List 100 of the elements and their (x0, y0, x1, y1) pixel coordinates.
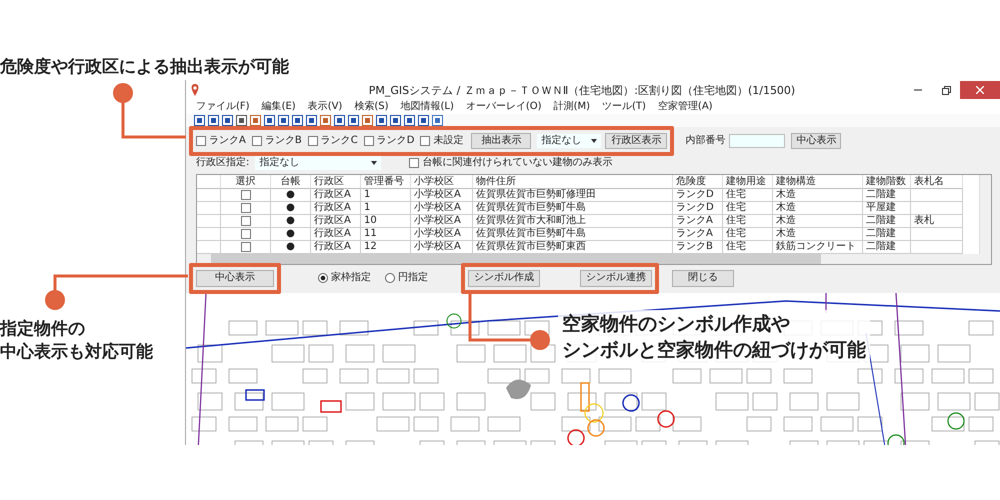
radio-label: 円指定 (398, 273, 428, 283)
tool-square-icon[interactable] (376, 115, 387, 126)
center-display-button[interactable]: 中心表示 (791, 133, 842, 149)
tool-square-icon[interactable] (334, 115, 345, 126)
center-display-button[interactable]: 中心表示 (196, 270, 274, 286)
column-header[interactable]: 小学校区 (411, 175, 473, 189)
checkbox[interactable] (308, 136, 318, 146)
table-cell: 表札 (911, 215, 963, 228)
column-header[interactable]: 表札名 (911, 175, 963, 189)
column-header[interactable]: 管理番号 (361, 175, 411, 189)
menu-item[interactable]: 地図情報(L) (400, 102, 454, 112)
checkbox[interactable] (364, 136, 374, 146)
action-button[interactable]: シンボル作成 (468, 270, 540, 286)
tool-square-icon[interactable] (432, 115, 443, 126)
menu-item[interactable]: ツール(T) (602, 102, 646, 112)
table-cell: ランクD (673, 202, 723, 215)
close-button[interactable] (960, 81, 1000, 99)
tool-square-icon[interactable] (194, 115, 205, 126)
tool-square-icon[interactable] (390, 115, 401, 126)
tool-square-icon[interactable] (306, 115, 317, 126)
table-cell: 行政区A (311, 202, 361, 215)
tool-square-icon[interactable] (292, 115, 303, 126)
action-button[interactable]: 閉じる (672, 270, 734, 286)
checkbox[interactable] (196, 136, 206, 146)
radio-button[interactable] (318, 273, 328, 283)
checkbox-label: ランクB (264, 136, 302, 146)
table-cell: 木造 (773, 228, 863, 241)
callout-text: 空家物件のシンボル作成や シンボルと空家物件の紐づけが可能 (558, 310, 870, 366)
table-cell: 住宅 (723, 228, 773, 241)
action-button[interactable]: シンボル連携 (580, 270, 652, 286)
tool-square-icon[interactable] (222, 115, 233, 126)
column-header[interactable]: 建物構造 (773, 175, 863, 189)
menu-item[interactable]: ファイル(F) (196, 102, 250, 112)
table-cell: ランクD (673, 189, 723, 202)
callout-dot (530, 330, 550, 350)
tool-square-icon[interactable] (418, 115, 429, 126)
tool-square-icon[interactable] (208, 115, 219, 126)
callout-dot (45, 290, 65, 310)
table-cell: 佐賀県佐賀市巨勢町牛島 (473, 202, 673, 215)
district-display-button[interactable]: 行政区表示 (605, 133, 668, 149)
checkbox-label: ランクA (209, 136, 246, 146)
table-cell: 佐賀県佐賀市大和町池上 (473, 215, 673, 228)
radio-button[interactable] (385, 273, 395, 283)
radio-label: 家枠指定 (331, 273, 371, 283)
caret-icon (371, 161, 378, 165)
checkbox-label: ランクD (376, 136, 414, 146)
column-header[interactable]: 台帳 (271, 175, 311, 189)
callout-dot (113, 83, 133, 103)
menu-item[interactable]: 計測(M) (554, 102, 590, 112)
tool-square-icon[interactable] (278, 115, 289, 126)
menu-item[interactable]: 検索(S) (354, 102, 388, 112)
vertical-scrollbar[interactable] (979, 175, 991, 254)
table-cell: 小学校区A (411, 202, 473, 215)
table-cell: 二階建 (863, 189, 911, 202)
leader-line (122, 102, 186, 138)
tool-square-icon[interactable] (320, 115, 331, 126)
table-cell: 木造 (773, 202, 863, 215)
tool-square-icon[interactable] (348, 115, 359, 126)
checkbox-label: 未設定 (433, 136, 464, 146)
internal-number-field[interactable] (729, 134, 786, 148)
table-cell: 10 (361, 215, 411, 228)
row-checkbox[interactable] (240, 216, 250, 226)
row-checkbox[interactable] (240, 203, 250, 213)
column-header[interactable]: 建物用途 (723, 175, 773, 189)
table-cell: 二階建 (863, 215, 911, 228)
app-icon (190, 84, 200, 96)
table-cell: ● (271, 215, 311, 228)
table-cell (911, 202, 963, 215)
menu-item[interactable]: オーバーレイ(O) (466, 102, 542, 112)
column-header[interactable]: 建物階数 (863, 175, 911, 189)
table-cell: ランクA (673, 215, 723, 228)
column-header[interactable]: 物件住所 (473, 175, 673, 189)
table-cell: 木造 (773, 215, 863, 228)
tool-square-icon[interactable] (264, 115, 275, 126)
row-checkbox[interactable] (240, 190, 250, 200)
checkbox-label: ランクC (320, 136, 358, 146)
checkbox[interactable] (252, 136, 262, 146)
tool-square-icon[interactable] (236, 115, 247, 126)
row-checkbox[interactable] (240, 242, 250, 252)
district-dropdown[interactable]: 指定なし (537, 134, 602, 148)
column-header[interactable]: 行政区 (311, 175, 361, 189)
table-cell: 小学校区A (411, 189, 473, 202)
table-cell: 住宅 (723, 202, 773, 215)
menu-item[interactable]: 空家管理(A) (658, 102, 713, 112)
checkbox[interactable] (420, 136, 430, 146)
horizontal-scrollbar[interactable] (197, 254, 991, 264)
row-checkbox[interactable] (240, 229, 250, 239)
extract-button[interactable]: 抽出表示 (471, 133, 532, 149)
checkbox-label: 台帳に関連付けられていない建物のみ表示 (422, 158, 612, 168)
column-header[interactable]: 危険度 (673, 175, 723, 189)
tool-square-icon[interactable] (404, 115, 415, 126)
table-cell: 行政区A (311, 189, 361, 202)
tool-square-icon[interactable] (250, 115, 261, 126)
menu-item[interactable]: 表示(V) (308, 102, 342, 112)
checkbox[interactable] (409, 158, 420, 168)
tool-square-icon[interactable] (362, 115, 373, 126)
district-dropdown[interactable]: 指定なし (255, 156, 382, 170)
column-header[interactable]: 選択 (221, 175, 271, 189)
menu-item[interactable]: 編集(E) (262, 102, 296, 112)
table-cell: 小学校区A (411, 215, 473, 228)
